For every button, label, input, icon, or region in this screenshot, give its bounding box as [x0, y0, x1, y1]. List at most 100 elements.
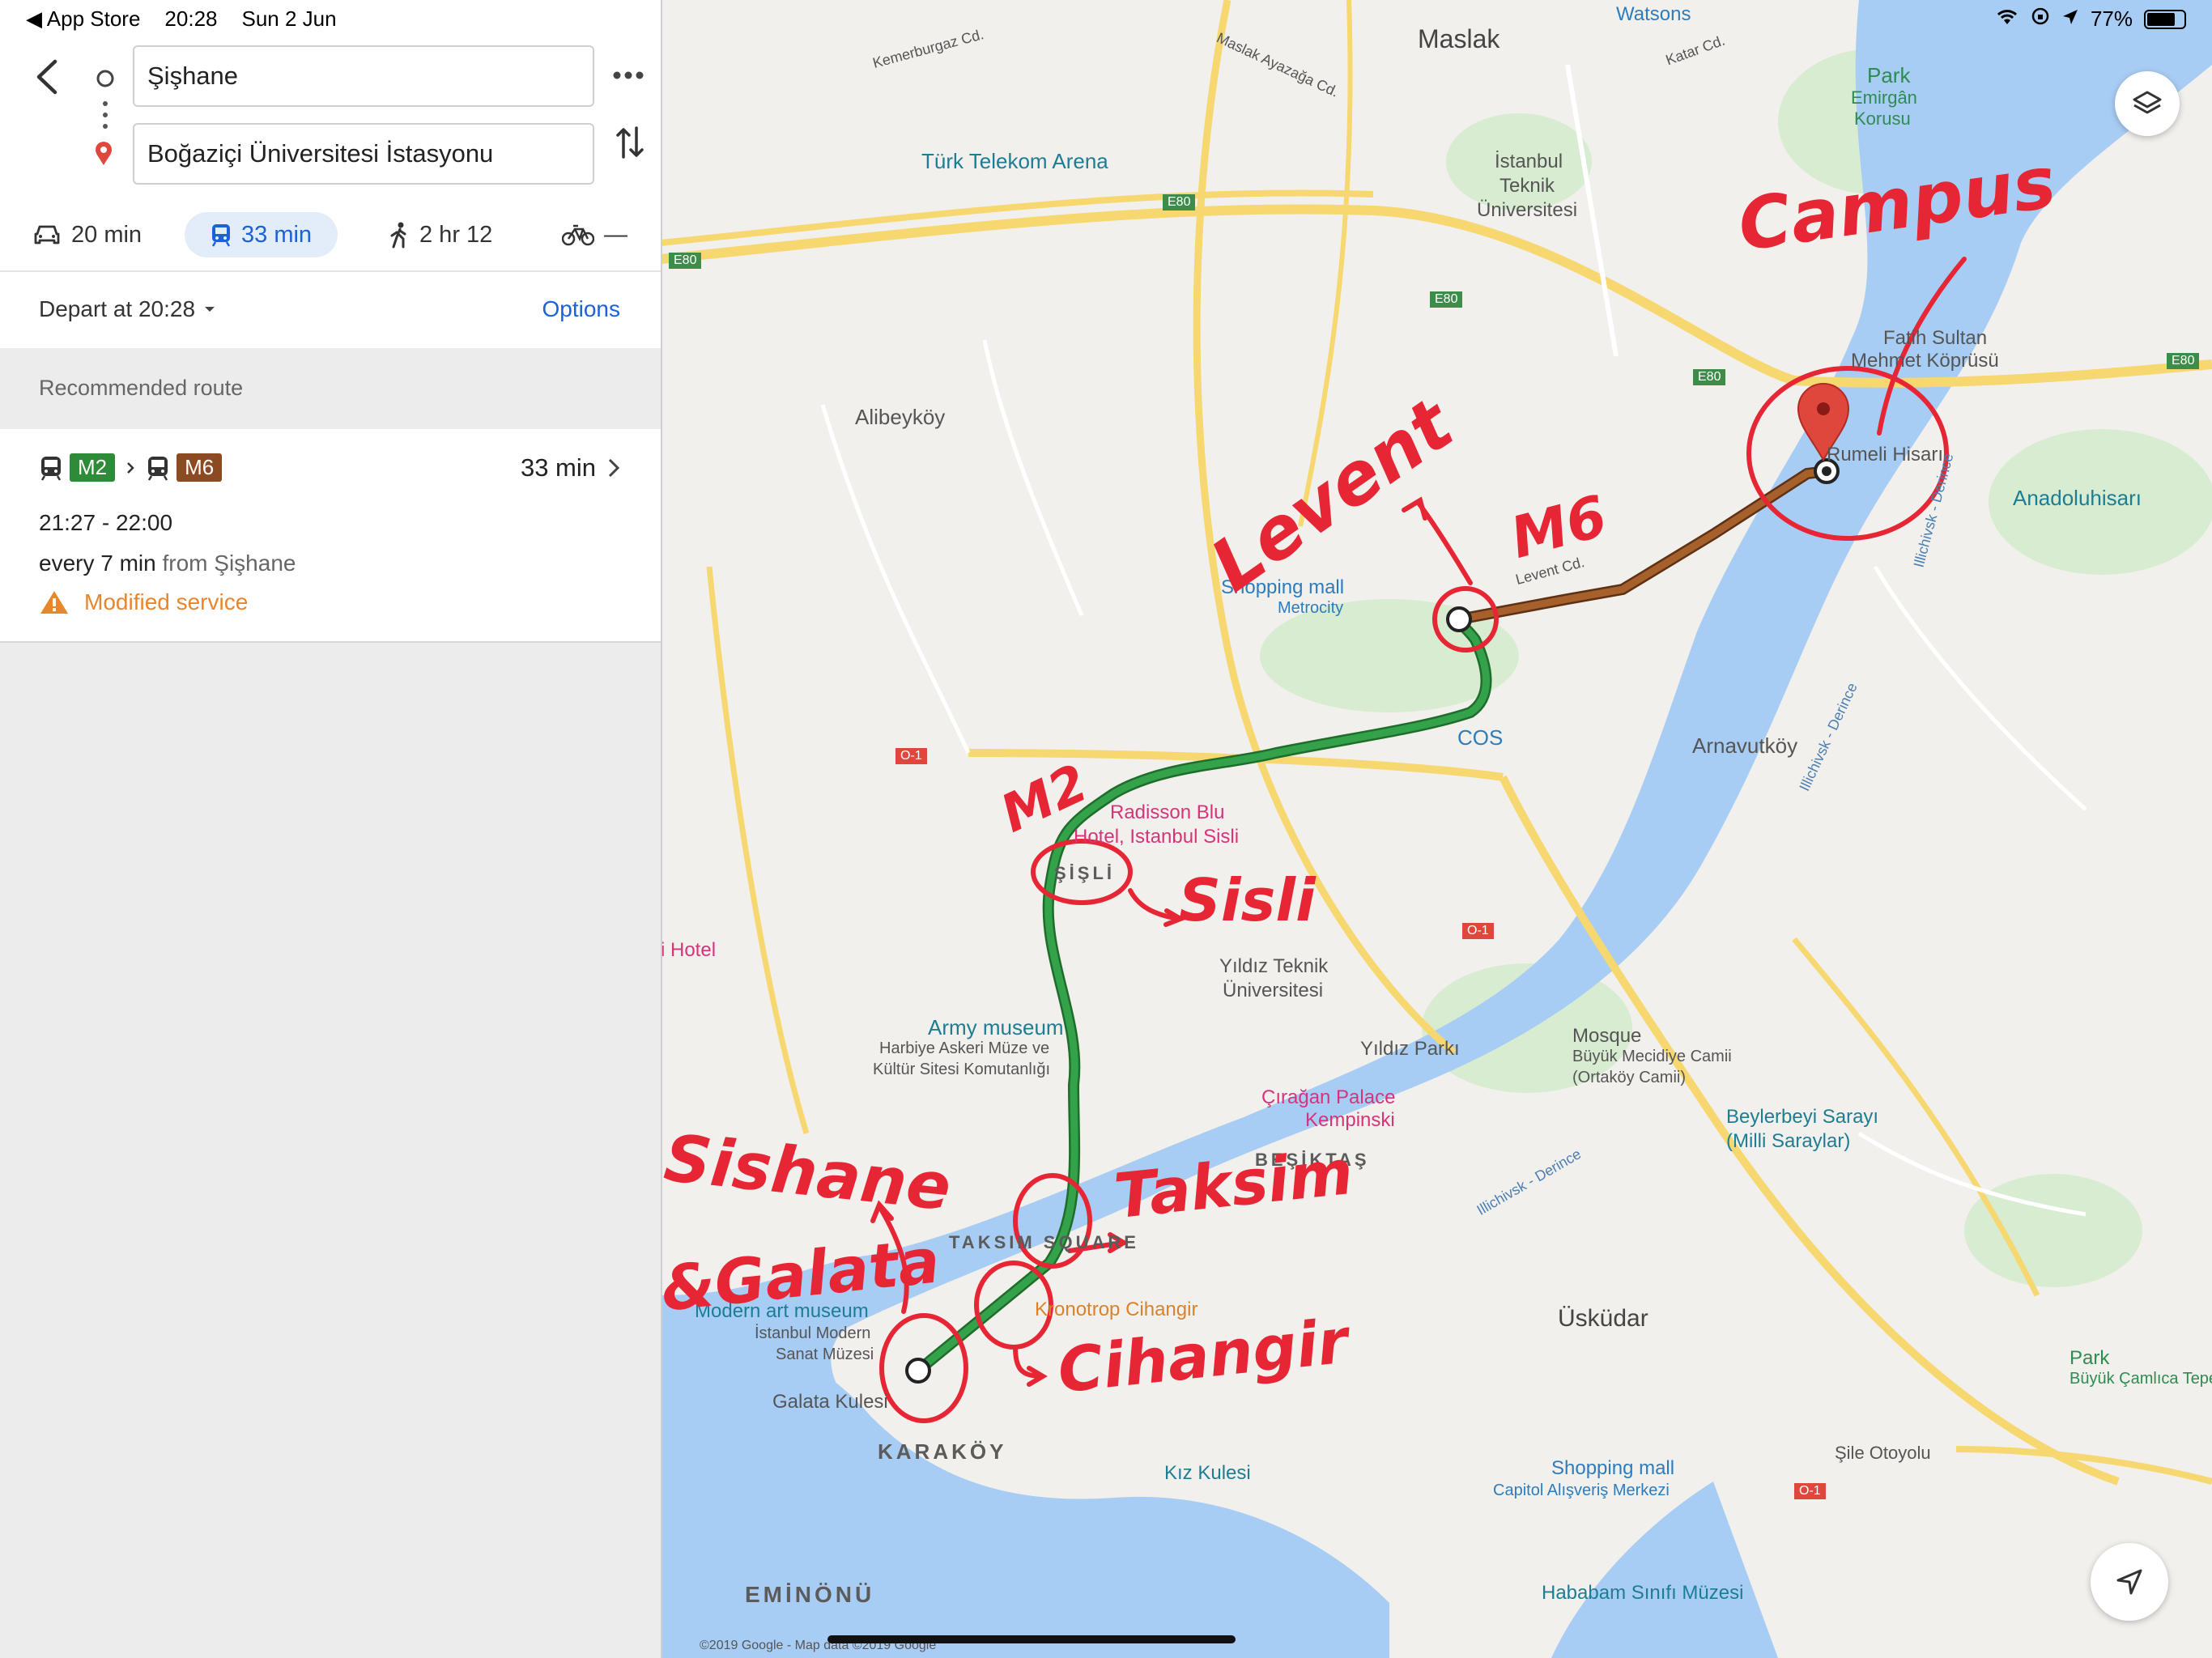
map-label-modern-art-3: Sanat Müzesi	[776, 1346, 874, 1363]
road-shield-o1-a: O-1	[895, 748, 927, 764]
map-label-beylerbeyi-2: (Milli Saraylar)	[1726, 1130, 1851, 1152]
home-indicator[interactable]	[827, 1635, 1236, 1643]
dropdown-triangle-icon	[205, 307, 215, 312]
back-arrow-icon	[36, 59, 57, 95]
status-date: Sun 2 Jun	[241, 6, 337, 31]
map-label-radisson-2: Hotel, Istanbul Sisli	[1074, 826, 1240, 848]
destination-pin-icon	[94, 141, 113, 171]
map-label-shopping-metrocity-2: Metrocity	[1278, 599, 1344, 617]
map-label-ciragan-2: Kempinski	[1305, 1109, 1395, 1131]
map-label-hababam: Hababam Sınıfı Müzesi	[1542, 1582, 1744, 1604]
map-layers-button[interactable]	[2115, 71, 2180, 136]
metro-icon	[148, 456, 168, 481]
map-label-capitol-2: Capitol Alışveriş Merkezi	[1493, 1482, 1670, 1499]
screen-lock-icon	[2031, 6, 2050, 32]
map-label-itu-1: İstanbul	[1495, 151, 1563, 172]
route-duration: 33 min	[521, 453, 622, 483]
mode-driving-time: 20 min	[71, 221, 143, 248]
wifi-icon	[1995, 6, 2019, 32]
options-link[interactable]: Options	[542, 296, 621, 322]
metro-icon	[40, 456, 62, 481]
map-label-cos: COS	[1457, 725, 1504, 750]
route-frequency: every 7 min from Şişhane	[39, 551, 296, 576]
map-label-itu-2: Teknik	[1499, 175, 1555, 197]
map-label-eminonu: EMİNÖNÜ	[745, 1582, 875, 1607]
origin-dot-icon	[96, 69, 115, 92]
layers-icon	[2133, 91, 2162, 114]
battery-percent: 77%	[2090, 6, 2133, 31]
map-label-yildiz-teknik-1: Yıldız Teknik	[1219, 955, 1329, 977]
recenter-location-button[interactable]	[2091, 1543, 2168, 1621]
road-shield-e80-b: E80	[669, 253, 702, 269]
destination-input[interactable]: Boğaziçi Üniversitesi İstasyonu	[133, 123, 594, 185]
road-shield-e80-c: E80	[1430, 291, 1463, 308]
map-label-sisli: ŞİŞLİ	[1054, 863, 1116, 883]
directions-panel: Şişhane Boğaziçi Üniversitesi İstasyonu …	[0, 0, 662, 1658]
map-label-arnavutkoy: Arnavutköy	[1692, 733, 1798, 758]
map-label-army-2: Harbiye Askeri Müze ve	[879, 1039, 1050, 1057]
mode-transit[interactable]: 33 min	[185, 212, 338, 257]
map-label-army-1: Army museum	[928, 1015, 1064, 1039]
road-shield-e80-a: E80	[1163, 194, 1196, 210]
map-label-park-emirgan: Park	[1867, 63, 1911, 87]
route-lines: M2 M6	[39, 453, 223, 482]
modified-service-text: Modified service	[84, 589, 249, 614]
road-shield-o1-b: O-1	[1462, 923, 1494, 939]
map-label-anadoluhisari: Anadoluhisarı	[2013, 486, 2142, 510]
map-label-park-camlica-2: Büyük Çamlıca Tepesi	[2069, 1370, 2212, 1388]
mode-driving[interactable]: 20 min	[32, 212, 142, 257]
depart-time-selector[interactable]: Depart at 20:28	[39, 296, 216, 322]
chevron-right-icon[interactable]	[606, 457, 622, 479]
map-label-mosque-2: Büyük Mecidiye Camii	[1572, 1048, 1732, 1065]
map-label-beylerbeyi-1: Beylerbeyi Sarayı	[1726, 1106, 1879, 1128]
map-label-fatih-2: Mehmet Köprüsü	[1851, 350, 1999, 372]
more-options-button[interactable]	[612, 63, 644, 91]
back-to-app-store[interactable]: ◀ App Store	[26, 6, 140, 32]
origin-input[interactable]: Şişhane	[133, 45, 594, 107]
map-label-mosque-3: (Ortaköy Camii)	[1572, 1069, 1687, 1086]
depart-time-label: Depart at 20:28	[39, 296, 196, 321]
map-label-galata-kulesi: Galata Kulesi	[772, 1391, 888, 1413]
route-card[interactable]: M2 M6 33 min 21:27 - 22:00 every 7 min f…	[0, 429, 661, 643]
mode-transit-time: 33 min	[241, 221, 313, 248]
map-label-hotel: i Hotel	[661, 939, 717, 961]
more-dots-icon	[613, 71, 644, 79]
line-badge-m6: M6	[177, 453, 223, 482]
line-badge-m2: M2	[70, 453, 116, 482]
map-label-ciragan-1: Çırağan Palace	[1261, 1086, 1396, 1108]
map-label-park-emirgan-2: Emirgân	[1851, 87, 1917, 108]
swap-route-button[interactable]	[615, 125, 644, 164]
route-notice: Modified service	[39, 589, 248, 615]
mode-cycling[interactable]: —	[562, 212, 627, 257]
back-button[interactable]	[32, 58, 65, 100]
map-label-uskudar: Üsküdar	[1558, 1305, 1648, 1332]
walk-icon	[390, 222, 406, 249]
map-label-yildiz-parki: Yıldız Parkı	[1360, 1038, 1460, 1060]
map-label-park-emirgan-3: Korusu	[1854, 108, 1911, 129]
location-arrow-icon	[2061, 6, 2079, 32]
chevron-right-small-icon	[127, 461, 134, 474]
road-shield-o1-c: O-1	[1794, 1483, 1826, 1499]
swap-arrows-icon	[616, 126, 644, 159]
map-label-radisson-1: Radisson Blu	[1110, 801, 1225, 823]
map-label-karakoy: KARAKÖY	[878, 1439, 1007, 1464]
map-label-sile-otoyolu: Şile Otoyolu	[1835, 1443, 1931, 1463]
route-frequency-value: every 7 min	[39, 551, 156, 576]
route-duration-value: 33 min	[520, 453, 596, 482]
navigation-arrow-icon	[2116, 1569, 2142, 1595]
map-label-army-3: Kültür Sitesi Komutanlığı	[873, 1061, 1050, 1078]
route-dots-icon	[103, 100, 108, 134]
warning-icon	[40, 591, 68, 614]
map-view[interactable]: Maslak Watsons Katar Cd. Park Emirgân Ko…	[661, 0, 2212, 1658]
map-label-kiz-kulesi: Kız Kulesi	[1164, 1462, 1251, 1484]
car-icon	[34, 225, 60, 244]
transit-icon	[211, 224, 231, 247]
mode-walking-time: 2 hr 12	[419, 221, 493, 248]
directions-header: Şişhane Boğaziçi Üniversitesi İstasyonu …	[0, 0, 661, 348]
mode-walking[interactable]: 2 hr 12	[389, 212, 492, 257]
recommended-route-heading: Recommended route	[39, 376, 244, 400]
map-label-rumeli: Rumeli Hisarı	[1827, 444, 1944, 466]
map-label-modern-art-2: İstanbul Modern	[755, 1324, 871, 1342]
map-label-mosque-1: Mosque	[1572, 1025, 1642, 1047]
map-canvas	[661, 0, 2212, 1658]
